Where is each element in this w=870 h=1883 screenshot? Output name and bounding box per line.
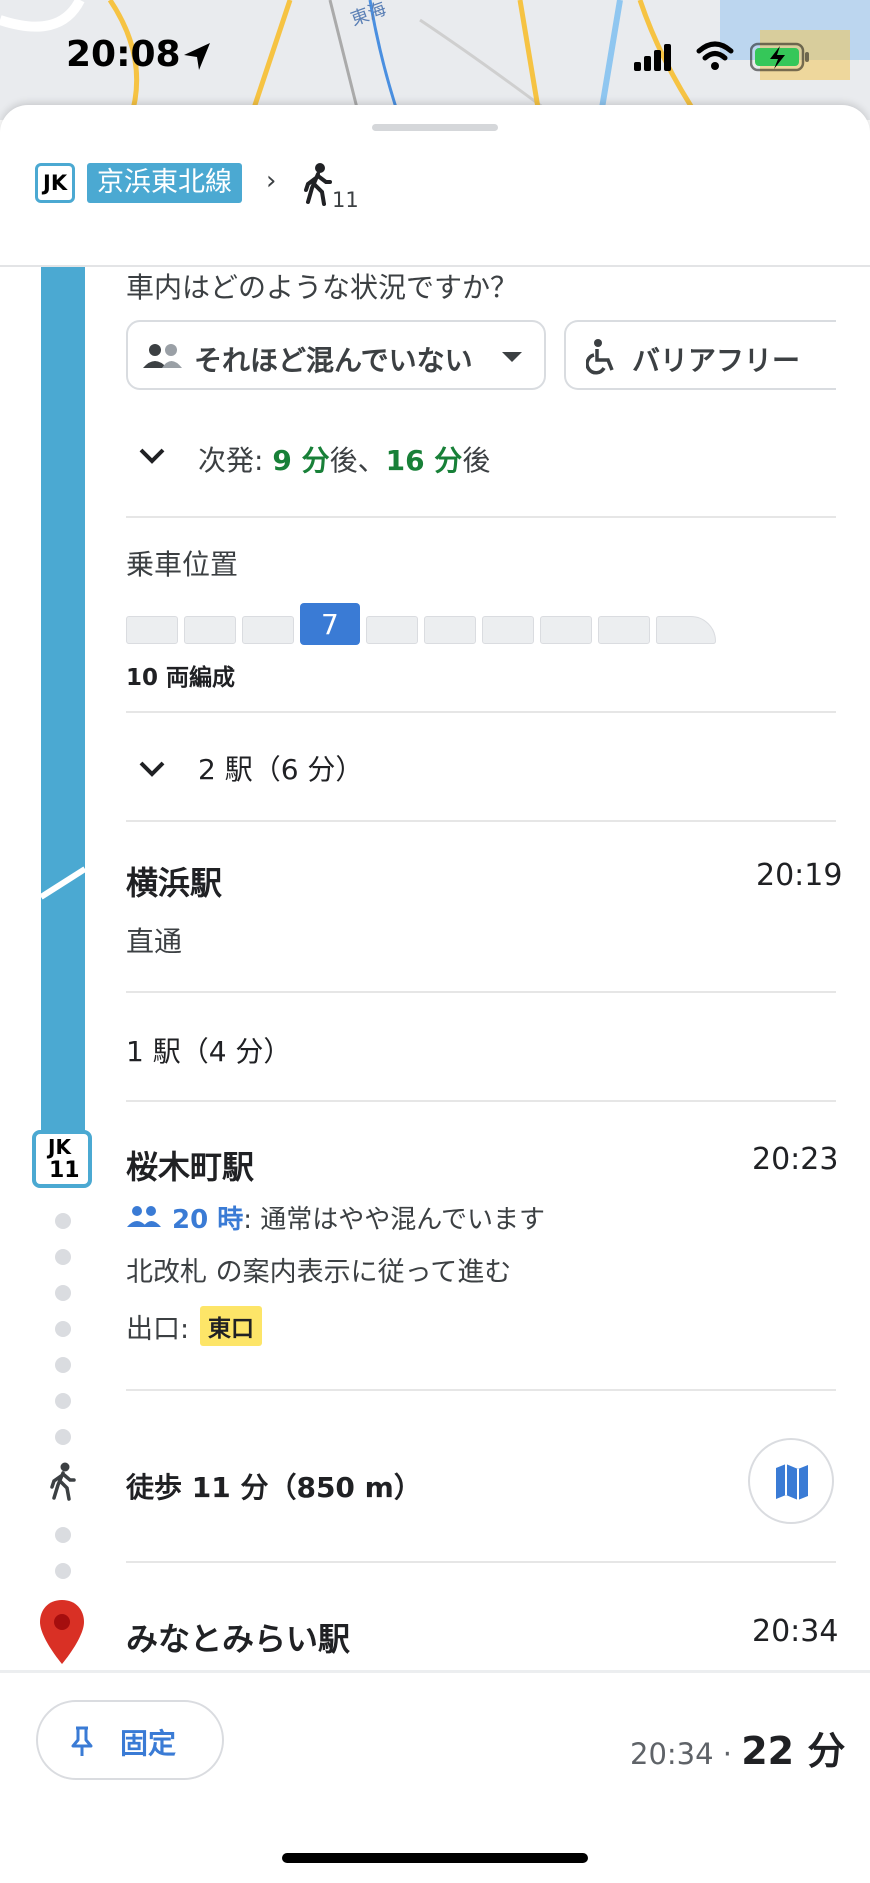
- line-name-badge: 京浜東北線: [87, 163, 242, 203]
- status-bar: 20:08: [0, 0, 870, 110]
- next-prefix: 次発:: [198, 444, 273, 477]
- path-dot: [55, 1357, 71, 1373]
- car-count: 10 両編成: [126, 665, 236, 691]
- next-departures-text: 次発: 9 分後、16 分後: [198, 439, 490, 479]
- destination-pin-icon: [40, 1600, 84, 1664]
- crowd-info: 20 時: 通常はやや混んでいます: [126, 1197, 826, 1237]
- crowd-text: : 通常はやや混んでいます: [243, 1205, 545, 1235]
- stops-group-label: 2 駅（6 分）: [198, 753, 364, 786]
- train-car: [540, 616, 592, 644]
- expand-chevron-icon: [139, 448, 165, 464]
- chips-fade: [836, 310, 870, 400]
- divider: [126, 820, 836, 822]
- walk-icon: [50, 1462, 76, 1501]
- station-name: 横浜駅: [126, 864, 223, 902]
- chevron-down-icon: [502, 352, 522, 362]
- home-indicator[interactable]: [282, 1853, 588, 1863]
- signal-icon: [634, 44, 671, 71]
- train-car: [482, 616, 534, 644]
- trip-duration: 22 分: [741, 1729, 846, 1773]
- path-dot: [55, 1563, 71, 1579]
- path-dot: [55, 1527, 71, 1543]
- path-dot: [55, 1321, 71, 1337]
- people-icon: [143, 344, 182, 368]
- battery-icon: [750, 42, 809, 72]
- path-dot: [55, 1249, 71, 1265]
- summary-separator: ·: [713, 1737, 742, 1771]
- path-dot: [55, 1285, 71, 1301]
- exit-label: 出口:: [126, 1314, 190, 1345]
- next-second-time: 16 分: [385, 444, 463, 477]
- station-time: 20:23: [752, 1142, 839, 1177]
- next-suffix: 後: [462, 444, 491, 477]
- train-car: [366, 616, 418, 644]
- accessibility-chip[interactable]: バリアフリー: [564, 320, 870, 390]
- next-departures-row[interactable]: 次発: 9 分後、16 分後: [126, 425, 836, 485]
- intermediate-stops-toggle[interactable]: 2 駅（6 分）: [126, 740, 836, 794]
- walk-map-button[interactable]: [748, 1438, 834, 1524]
- pin-button[interactable]: 固定: [36, 1700, 224, 1780]
- stops-group-label: 1 駅（4 分）: [126, 1035, 292, 1068]
- train-car: [242, 616, 294, 644]
- expand-chevron-icon: [139, 761, 165, 777]
- next-sep: 後、: [329, 444, 386, 477]
- status-time: 20:08: [66, 34, 181, 75]
- exit-name-badge: 東口: [200, 1306, 262, 1346]
- divider: [126, 516, 836, 518]
- line-bar-transfer-mark: [41, 866, 85, 900]
- train-car: [598, 616, 650, 644]
- train-car-highlighted: 7: [300, 603, 360, 645]
- walk-label: 徒歩 11 分（850 m）: [126, 1471, 422, 1504]
- path-dot: [55, 1429, 71, 1445]
- walk-icon: [304, 163, 332, 206]
- train-car: [126, 616, 178, 644]
- exit-directions: 北改札 の案内表示に従って進む: [126, 1257, 512, 1288]
- divider: [126, 991, 836, 993]
- station-note: 直通: [126, 925, 183, 958]
- chevron-right-icon: ›: [266, 166, 277, 196]
- divider: [126, 1561, 836, 1563]
- walk-minutes: 11: [332, 188, 359, 212]
- pin-icon: [71, 1726, 93, 1756]
- crowd-question: 車内はどのような状況ですか？: [126, 271, 519, 304]
- pin-button-label: 固定: [120, 1727, 177, 1760]
- divider: [126, 1389, 836, 1391]
- station-time: 20:19: [756, 858, 843, 893]
- location-arrow-icon: [184, 43, 210, 70]
- train-car: [424, 616, 476, 644]
- next-first-time: 9 分: [272, 444, 330, 477]
- crowd-level-label: それほど混んでいない: [194, 344, 473, 377]
- accessibility-label: バリアフリー: [632, 344, 801, 377]
- path-dot: [55, 1213, 71, 1229]
- boarding-title: 乗車位置: [126, 548, 239, 581]
- station-code-badge: JK 11: [32, 1130, 92, 1188]
- train-car: [184, 616, 236, 644]
- trip-summary: 20:34 · 22 分: [630, 1720, 845, 1775]
- line-code-badge: JK: [35, 163, 75, 203]
- transit-line-bar: [41, 267, 85, 1132]
- divider: [126, 711, 836, 713]
- sheet-drag-handle[interactable]: [372, 124, 498, 131]
- wheelchair-icon: [586, 339, 614, 375]
- map-icon: [776, 1464, 808, 1500]
- crowd-level-chip[interactable]: それほど混んでいない: [126, 320, 546, 390]
- people-icon: [127, 1206, 161, 1227]
- wifi-icon: [696, 41, 734, 70]
- crowd-hour: 20 時: [172, 1205, 244, 1235]
- station-name: 桜木町駅: [126, 1148, 255, 1186]
- arrival-time: 20:34: [630, 1737, 714, 1771]
- destination-time: 20:34: [752, 1614, 839, 1649]
- crowd-info-text: 20 時: 通常はやや混んでいます: [172, 1199, 545, 1236]
- divider: [126, 1100, 836, 1102]
- destination-name: みなとみらい駅: [126, 1620, 351, 1658]
- path-dot: [55, 1393, 71, 1409]
- route-summary: JK 京浜東北線 › 11: [0, 140, 870, 265]
